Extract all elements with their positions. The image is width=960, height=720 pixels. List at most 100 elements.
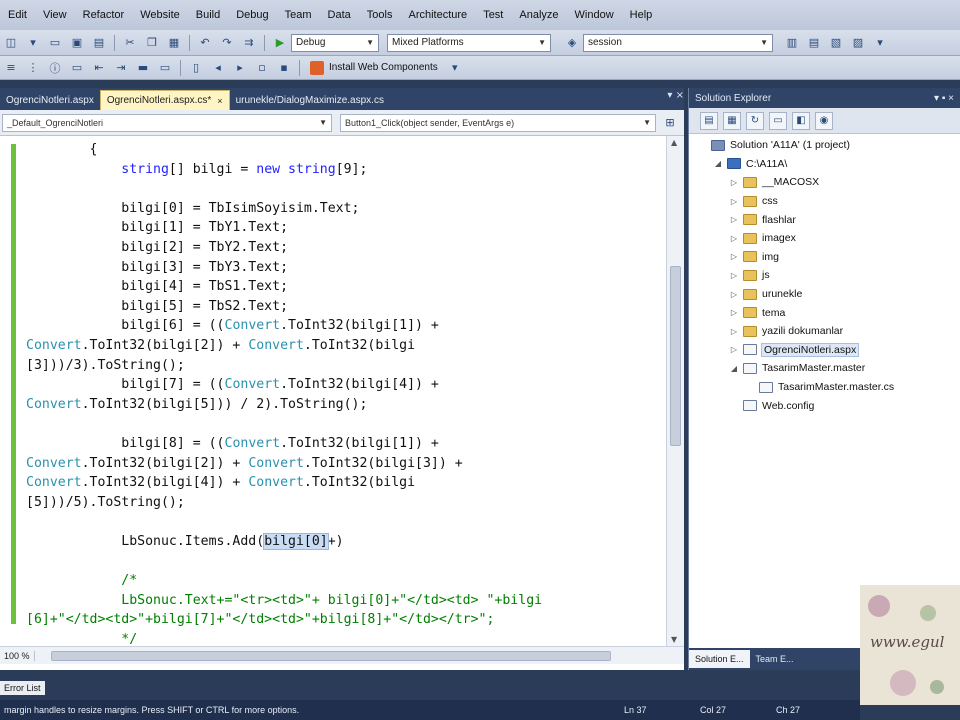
clear-bookmarks-icon[interactable]: ▫ (254, 60, 270, 76)
menu-item-window[interactable]: Window (567, 9, 622, 21)
find-icon[interactable]: ◈ (564, 35, 580, 51)
open-file-icon[interactable]: ▭ (47, 35, 63, 51)
code-text[interactable]: { string[] bilgi = new string[9]; bilgi[… (26, 140, 666, 650)
tree-node[interactable]: Solution 'A11A' (1 project) (689, 136, 960, 155)
object-browser-icon[interactable]: ▧ (828, 35, 844, 51)
tool-window-tab[interactable]: Team E... (750, 650, 800, 668)
menu-item-build[interactable]: Build (188, 9, 228, 21)
outdent-icon[interactable]: ⇤ (91, 60, 107, 76)
scroll-thumb[interactable] (670, 266, 681, 446)
prev-bookmark-icon[interactable]: ◂ (210, 60, 226, 76)
split-window-icon[interactable]: ⊞ (662, 115, 678, 131)
tree-node[interactable]: ▷ img (689, 248, 960, 267)
tree-node[interactable]: ▷ urunekle (689, 285, 960, 304)
document-tab[interactable]: OgrenciNotleri.aspx.cs* × (99, 90, 230, 110)
quick-info-icon[interactable]: ⓘ (47, 60, 63, 76)
menu-item-website[interactable]: Website (132, 9, 188, 21)
expander-icon[interactable]: ◢ (729, 364, 739, 373)
tree-node[interactable]: ▷ imagex (689, 229, 960, 248)
menu-item-help[interactable]: Help (622, 9, 661, 21)
comment-icon[interactable]: ▬ (135, 60, 151, 76)
menu-item-view[interactable]: View (35, 9, 75, 21)
tab-list-icon[interactable]: ▾ × (667, 90, 684, 101)
menu-item-team[interactable]: Team (277, 9, 320, 21)
properties-icon[interactable]: ▤ (806, 35, 822, 51)
word-complete-icon[interactable]: ▭ (69, 60, 85, 76)
find-combo[interactable]: session ▼ (583, 33, 773, 52)
view-code-icon[interactable]: ▭ (769, 111, 787, 130)
install-web-components-button[interactable]: Install Web Components (304, 60, 444, 75)
menu-item-debug[interactable]: Debug (228, 9, 276, 21)
tree-node[interactable]: ▷ css (689, 192, 960, 211)
navigate-icon[interactable]: ⇉ (241, 35, 257, 51)
tree-node[interactable]: ▷ OgrenciNotleri.aspx (689, 341, 960, 360)
toolbox-icon[interactable]: ▨ (850, 35, 866, 51)
code-editor[interactable]: _Default_OgrenciNotleri ▼ Button1_Click(o… (0, 110, 684, 670)
tree-node[interactable]: ▷ yazili dokumanlar (689, 322, 960, 341)
view-designer-icon[interactable]: ◧ (792, 111, 810, 130)
expander-icon[interactable]: ▷ (729, 197, 739, 206)
uncomment-icon[interactable]: ▭ (157, 60, 173, 76)
parameter-info-icon[interactable]: ⋮ (25, 60, 41, 76)
solution-explorer-icon[interactable]: ▥ (784, 35, 800, 51)
tree-node[interactable]: ▷ tema (689, 303, 960, 322)
horizontal-scrollbar[interactable]: 100 % (0, 646, 684, 664)
menu-item-test[interactable]: Test (475, 9, 511, 21)
start-debug-icon[interactable]: ▶ (272, 35, 288, 51)
menu-item-edit[interactable]: Edit (0, 9, 35, 21)
expander-icon[interactable]: ▷ (729, 345, 739, 354)
expander-icon[interactable]: ▷ (729, 252, 739, 261)
tool-window-tab[interactable]: Solution E... (689, 650, 750, 668)
menu-item-tools[interactable]: Tools (359, 9, 401, 21)
properties-icon[interactable]: ▤ (700, 111, 718, 130)
expander-icon[interactable]: ◢ (713, 159, 723, 168)
cut-icon[interactable]: ✂ (122, 35, 138, 51)
tree-node[interactable]: ◢ TasarimMaster.master (689, 359, 960, 378)
menu-item-refactor[interactable]: Refactor (75, 9, 133, 21)
expander-icon[interactable]: ▷ (729, 327, 739, 336)
hscroll-thumb[interactable] (50, 650, 611, 661)
tree-node[interactable]: ◢ C:\A11A\ (689, 155, 960, 174)
expander-icon[interactable]: ▷ (729, 234, 739, 243)
panel-controls-icon[interactable]: ▾ ▪ × (934, 93, 954, 104)
tree-node[interactable]: ▷ js (689, 266, 960, 285)
add-item-icon[interactable]: ▾ (25, 35, 41, 51)
tree-node[interactable]: TasarimMaster.master.cs (689, 378, 960, 397)
expander-icon[interactable]: ▷ (729, 308, 739, 317)
menu-item-data[interactable]: Data (320, 9, 359, 21)
expander-icon[interactable]: ▷ (729, 178, 739, 187)
close-tab-icon[interactable]: × (217, 96, 222, 106)
document-tab[interactable]: OgrenciNotleri.aspx (0, 90, 100, 110)
save-icon[interactable]: ▣ (69, 35, 85, 51)
error-list-tab[interactable]: Error List (0, 681, 45, 695)
expander-icon[interactable]: ▷ (729, 215, 739, 224)
scroll-up-icon[interactable]: ▲ (671, 138, 677, 147)
vertical-scrollbar[interactable]: ▲ ▼ (666, 136, 684, 646)
toolbar-options-icon[interactable]: ▾ (447, 60, 463, 76)
new-project-icon[interactable]: ◫ (3, 35, 19, 51)
config-combo[interactable]: Debug ▼ (291, 33, 379, 52)
show-all-files-icon[interactable]: ▦ (723, 111, 741, 130)
save-all-icon[interactable]: ▤ (91, 35, 107, 51)
platform-combo[interactable]: Mixed Platforms ▼ (387, 33, 551, 52)
undo-icon[interactable]: ↶ (197, 35, 213, 51)
class-combo[interactable]: _Default_OgrenciNotleri ▼ (2, 113, 332, 132)
menu-item-analyze[interactable]: Analyze (511, 9, 566, 21)
expander-icon[interactable]: ▷ (729, 290, 739, 299)
tree-node[interactable]: ▷ flashlar (689, 210, 960, 229)
bookmark-folder-icon[interactable]: ▪ (276, 60, 292, 76)
menu-item-architecture[interactable]: Architecture (400, 9, 475, 21)
zoom-level[interactable]: 100 % (0, 650, 35, 661)
refresh-icon[interactable]: ↻ (746, 111, 764, 130)
redo-icon[interactable]: ↷ (219, 35, 235, 51)
copy-icon[interactable]: ❐ (144, 35, 160, 51)
paste-icon[interactable]: ▦ (166, 35, 182, 51)
options-icon[interactable]: ▾ (872, 35, 888, 51)
next-bookmark-icon[interactable]: ▸ (232, 60, 248, 76)
expander-icon[interactable]: ▷ (729, 271, 739, 280)
tree-node[interactable]: Web.config (689, 396, 960, 415)
member-list-icon[interactable]: ≡ (3, 60, 19, 76)
bookmark-icon[interactable]: ▯ (188, 60, 204, 76)
tree-node[interactable]: ▷ __MACOSX (689, 173, 960, 192)
member-combo[interactable]: Button1_Click(object sender, EventArgs e… (340, 113, 656, 132)
